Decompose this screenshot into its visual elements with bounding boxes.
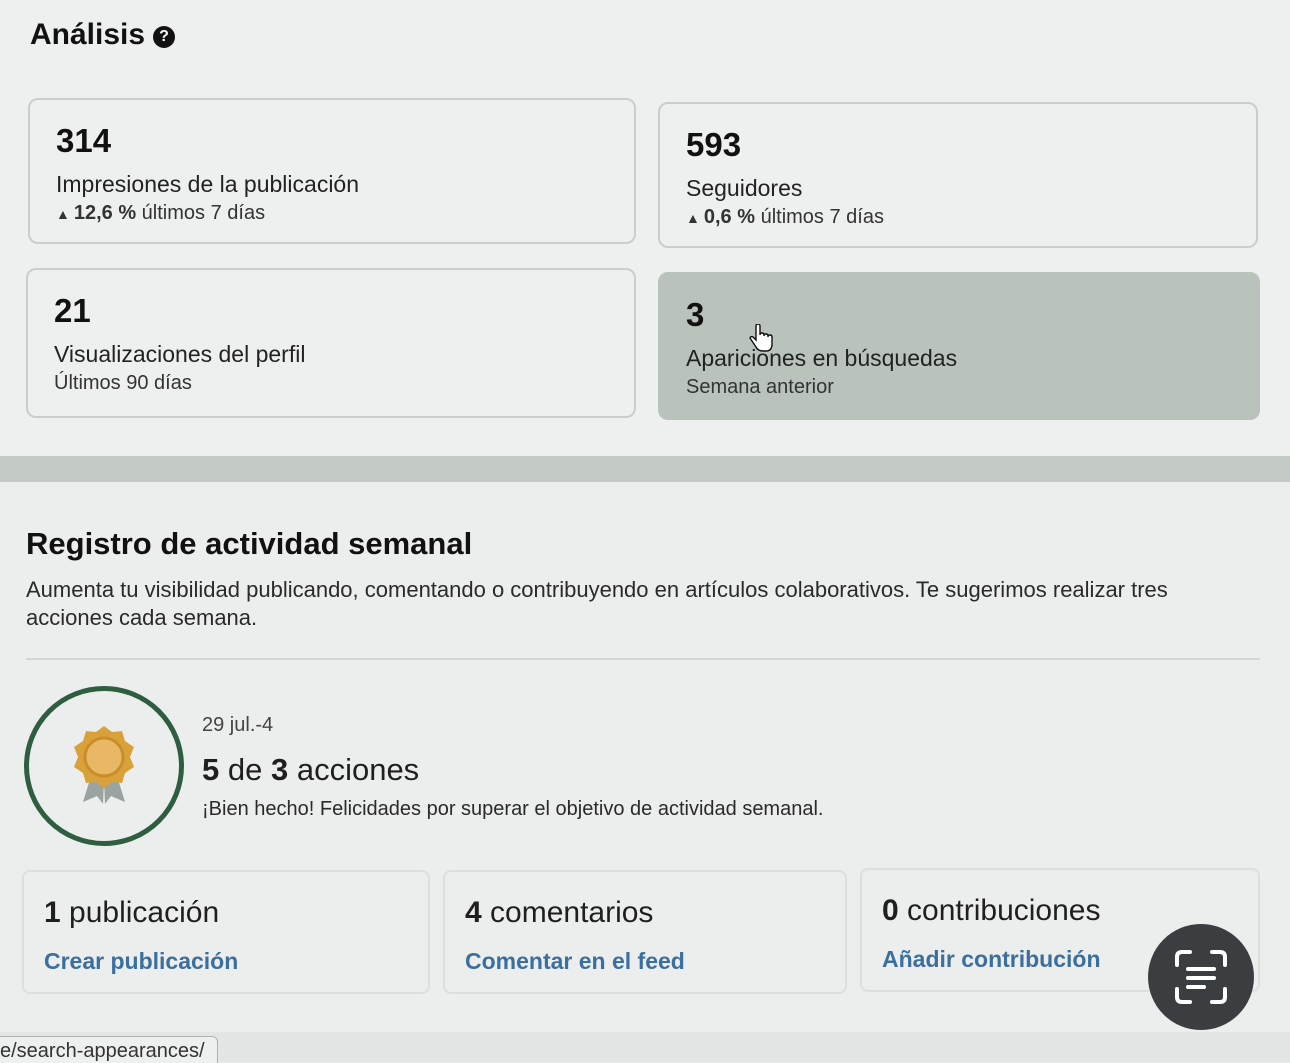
comments-count-label: comentarios <box>481 896 654 929</box>
contributions-count-value: 0 <box>882 894 899 927</box>
posts-count-value: 1 <box>44 896 61 929</box>
posts-count: 1 publicación <box>44 896 408 930</box>
progress-unit: acciones <box>288 752 420 787</box>
comment-feed-link[interactable]: Comentar en el feed <box>465 948 825 975</box>
status-url: e/search-appearances/ <box>0 1036 218 1063</box>
comments-stat-card: 4 comentarios Comentar en el feed <box>443 870 847 994</box>
followers-card[interactable]: 593 Seguidores ▲ 0,6 % últimos 7 días <box>658 102 1258 248</box>
progress-connector: de <box>219 752 271 787</box>
actions-done: 5 <box>202 752 220 787</box>
followers-label: Seguidores <box>686 175 803 201</box>
week-range: 29 jul.-4 <box>202 714 274 736</box>
followers-trend-period: últimos 7 días <box>755 206 884 228</box>
followers-trend: ▲ 0,6 % últimos 7 días <box>686 206 1230 229</box>
impressions-value: 314 <box>56 122 112 159</box>
posts-stat-card: 1 publicación Crear publicación <box>22 870 430 994</box>
activity-title: Registro de actividad semanal <box>26 526 473 561</box>
impressions-trend: ▲ 12,6 % últimos 7 días <box>56 202 608 225</box>
posts-count-label: publicación <box>60 896 220 929</box>
award-medal-icon <box>74 726 134 804</box>
scan-text-button[interactable] <box>1148 924 1254 1030</box>
profile-views-label: Visualizaciones del perfil <box>54 341 306 367</box>
search-appearances-card[interactable]: 3 Apariciones en búsquedas Semana anteri… <box>658 272 1260 420</box>
contributions-count-label: contribuciones <box>898 894 1101 927</box>
search-appearances-period: Semana anterior <box>686 376 834 398</box>
weekly-progress: 5 de 3 acciones <box>202 752 419 788</box>
activity-panel: Registro de actividad semanal Aumenta tu… <box>0 482 1290 1032</box>
impressions-label: Impresiones de la publicación <box>56 171 360 197</box>
impressions-trend-value: 12,6 % <box>73 202 137 224</box>
impressions-trend-period: últimos 7 días <box>136 202 266 224</box>
activity-divider <box>26 658 1260 660</box>
create-post-link[interactable]: Crear publicación <box>44 948 408 975</box>
comments-count: 4 comentarios <box>465 896 825 930</box>
analytics-panel: Análisis ? 314 Impresiones de la publica… <box>0 0 1290 456</box>
actions-goal: 3 <box>270 752 289 787</box>
followers-value: 593 <box>686 126 742 163</box>
analytics-title: Análisis ? <box>30 18 176 52</box>
impressions-card[interactable]: 314 Impresiones de la publicación ▲ 12,6… <box>28 98 636 244</box>
congrats-message: ¡Bien hecho! Felicidades por superar el … <box>202 798 824 820</box>
hand-cursor-icon <box>749 324 773 352</box>
profile-views-value: 21 <box>54 292 91 329</box>
analytics-title-text: Análisis <box>30 18 146 51</box>
contributions-count: 0 contribuciones <box>882 894 1238 928</box>
trend-up-icon: ▲ <box>686 209 700 226</box>
award-badge <box>24 686 184 846</box>
followers-trend-value: 0,6 % <box>703 206 756 228</box>
activity-description: Aumenta tu visibilidad publicando, comen… <box>26 577 1168 630</box>
help-icon[interactable]: ? <box>153 26 176 48</box>
trend-up-icon: ▲ <box>56 205 70 222</box>
profile-views-period: Últimos 90 días <box>54 372 192 394</box>
comments-count-value: 4 <box>465 896 482 929</box>
section-divider <box>0 456 1290 482</box>
profile-views-card[interactable]: 21 Visualizaciones del perfil Últimos 90… <box>26 268 636 418</box>
live-text-scan-icon <box>1175 950 1227 1004</box>
